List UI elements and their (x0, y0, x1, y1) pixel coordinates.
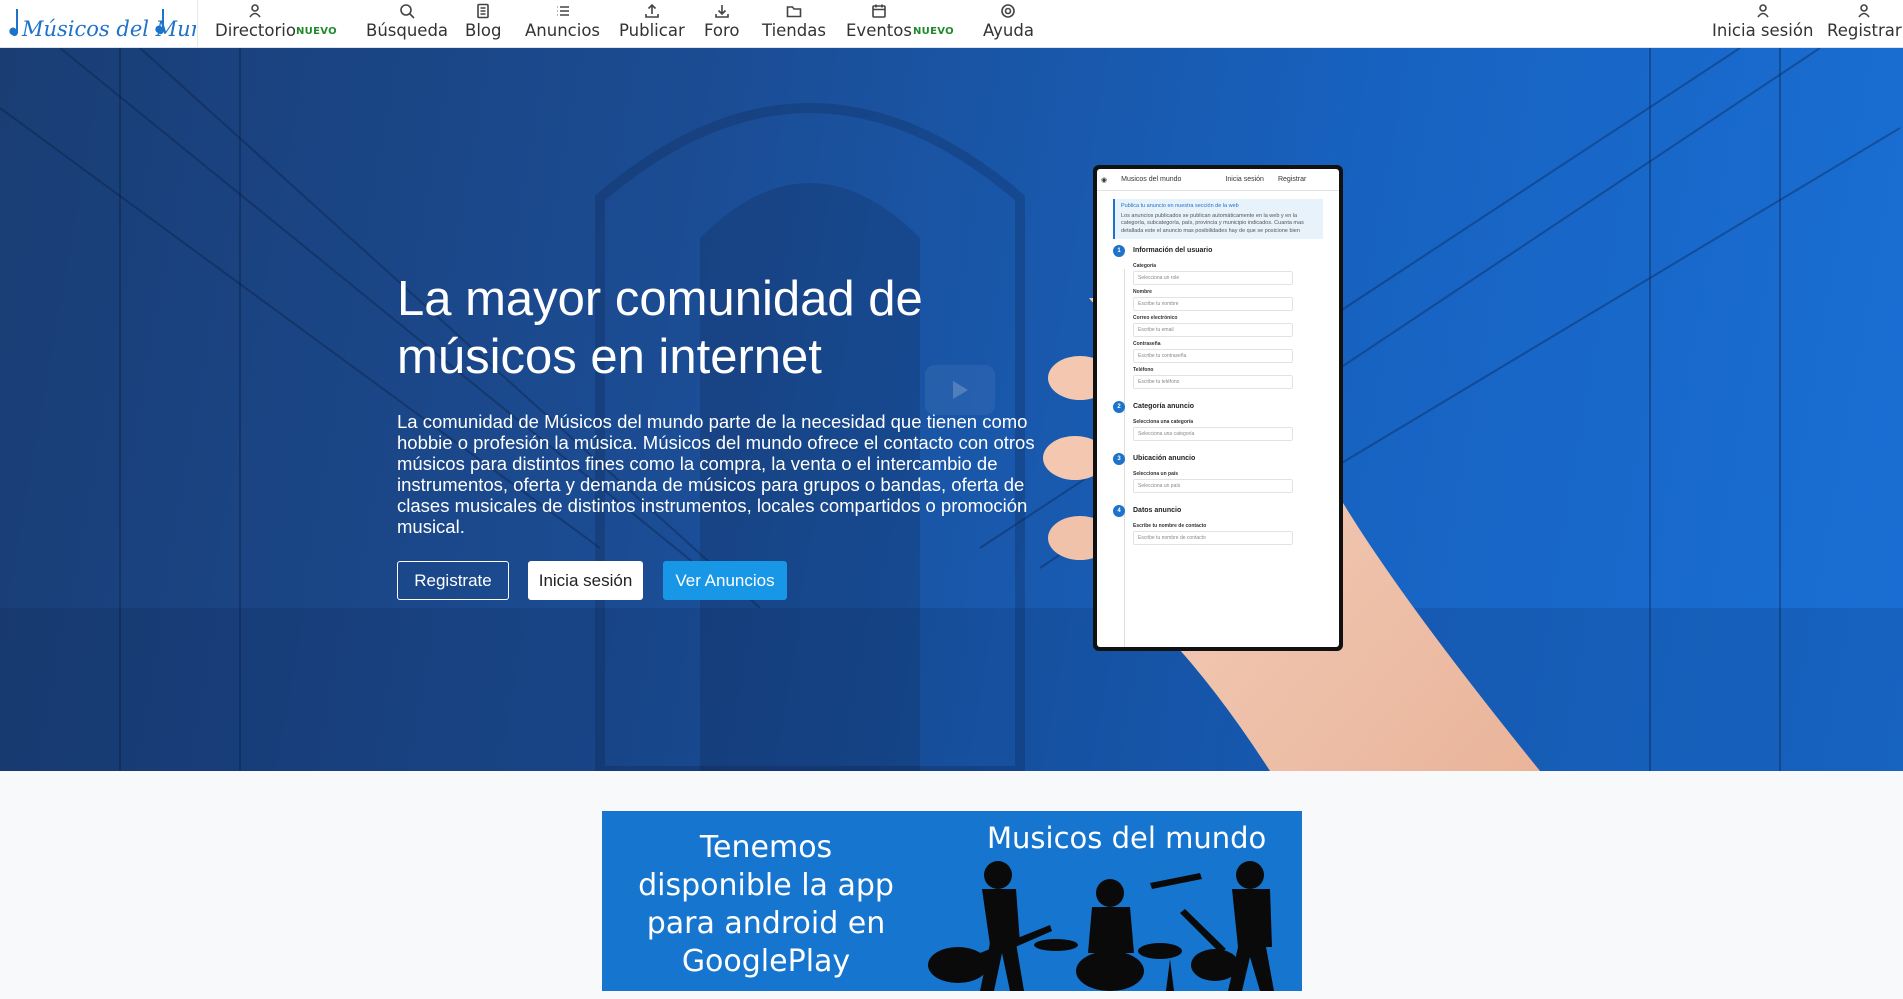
nav-label: Foro (704, 21, 740, 40)
form-field: Contraseña Escribe tu contraseña (1133, 341, 1339, 363)
phone-login: Inicia sesión (1225, 176, 1264, 183)
nav-label: Anuncios (525, 21, 601, 40)
user-icon (1755, 0, 1771, 20)
nav-label: Blog (465, 21, 502, 40)
form-field: Selecciona una categoría Selecciona una c… (1133, 419, 1339, 441)
new-badge: NUEVO (296, 26, 337, 37)
nav-label: Directorio (215, 21, 296, 40)
form-field: Correo electrónico Escribe tu email (1133, 315, 1339, 337)
user-icon (247, 0, 263, 20)
view-ads-button[interactable]: Ver Anuncios (663, 561, 787, 600)
band-silhouette-image (928, 861, 1274, 991)
nav-registrar[interactable]: Registrar (1827, 0, 1902, 48)
user-icon (1856, 0, 1872, 20)
folder-icon (786, 0, 802, 20)
nav-label: Inicia sesión (1712, 21, 1814, 40)
nav-label: Registrar (1827, 21, 1902, 40)
nav-foro[interactable]: Foro (704, 0, 740, 48)
nav-label: Tiendas (762, 21, 826, 40)
lifebuoy-icon (1000, 0, 1016, 20)
register-button[interactable]: Registrate (397, 561, 509, 600)
phone-app-header: ◉ Musicos del mundo Inicia sesión Regist… (1097, 169, 1339, 191)
note-text: Los anuncios publicados se publican auto… (1121, 212, 1304, 234)
new-badge: NUEVO (913, 26, 954, 37)
nav-eventos[interactable]: Eventos (846, 0, 912, 48)
nav-inicia-sesion[interactable]: Inicia sesión (1712, 0, 1813, 48)
nav-anuncios[interactable]: Anuncios (525, 0, 600, 48)
note-title: Publica tu anuncio en nuestra sección de… (1121, 203, 1239, 209)
navbar-divider (197, 0, 198, 48)
nav-directorio[interactable]: Directorio (215, 0, 296, 48)
nav-label: Búsqueda (366, 21, 449, 40)
user-icon: ◉ (1101, 176, 1108, 184)
nav-label: Eventos (846, 21, 912, 40)
form-section: 2 Categoría anuncio (1113, 401, 1339, 415)
phone-app-title: Musicos del mundo (1121, 176, 1182, 183)
nav-publicar[interactable]: Publicar (619, 0, 685, 48)
top-navbar: Músicos del Mundo Directorio NUEVO Búsqu… (0, 0, 1903, 48)
site-logo[interactable]: Músicos del Mundo (6, 5, 230, 45)
phone-info-note: Publica tu anuncio en nuestra sección de… (1113, 199, 1323, 239)
form-field: Escribe tu nombre de contacto Escribe tu … (1133, 523, 1339, 545)
banner-app-text: Tenemos disponible la app para android e… (638, 830, 894, 979)
nav-busqueda[interactable]: Búsqueda (366, 0, 448, 48)
search-icon (399, 0, 415, 20)
form-field: Nombre Escribe tu nombre (1133, 289, 1339, 311)
nav-tiendas[interactable]: Tiendas (762, 0, 826, 48)
hero-section: La mayor comunidad de músicos en interne… (0, 48, 1903, 771)
form-field: Selecciona un país Selecciona un país (1133, 471, 1339, 493)
download-icon (714, 0, 730, 20)
banner-brand-title: Musicos del mundo (987, 821, 1267, 855)
logo-text: Músicos del Mundo (21, 17, 196, 41)
form-field: Categoría Selecciona un role (1133, 263, 1339, 285)
form-field: Teléfono Escribe tu teléfono (1133, 367, 1339, 389)
hero-description: La comunidad de Músicos del mundo parte … (397, 411, 1035, 537)
googleplay-app-banner[interactable]: Tenemos disponible la app para android e… (602, 811, 1302, 991)
upload-icon (644, 0, 660, 20)
list-icon (555, 0, 571, 20)
nav-label: Publicar (619, 21, 685, 40)
form-section: 4 Datos anuncio (1113, 505, 1339, 519)
form-section: 1 Información del usuario (1113, 245, 1339, 259)
nav-ayuda[interactable]: Ayuda (983, 0, 1034, 48)
nav-blog[interactable]: Blog (465, 0, 501, 48)
phone-mockup: ◉ Musicos del mundo Inicia sesión Regist… (1093, 165, 1343, 651)
document-icon (475, 0, 491, 20)
nav-label: Ayuda (983, 21, 1034, 40)
phone-register: Registrar (1277, 176, 1307, 183)
calendar-icon (871, 0, 887, 20)
phone-screen: ◉ Musicos del mundo Inicia sesión Regist… (1097, 169, 1339, 647)
login-button[interactable]: Inicia sesión (528, 561, 643, 600)
form-section: 3 Ubicación anuncio (1113, 453, 1339, 467)
hero-title: La mayor comunidad de músicos en interne… (397, 272, 923, 384)
